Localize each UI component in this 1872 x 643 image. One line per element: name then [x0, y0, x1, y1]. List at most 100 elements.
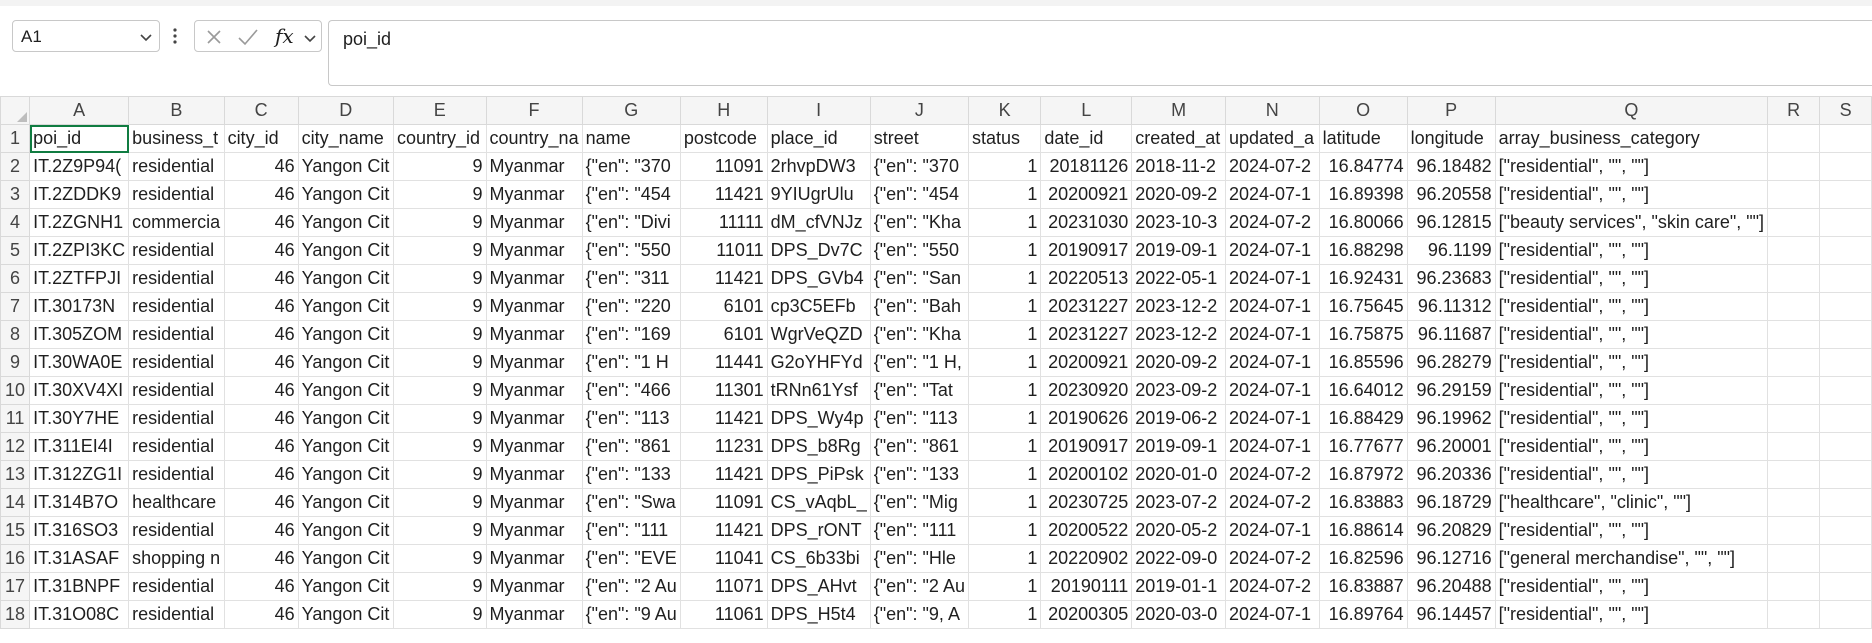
- column-header-m[interactable]: M: [1131, 96, 1226, 125]
- cell-k18[interactable]: 1: [967, 600, 1042, 629]
- cell-f3[interactable]: Myanmar: [485, 180, 583, 209]
- cell-n16[interactable]: 2024-07-2: [1224, 544, 1320, 573]
- cell-o7[interactable]: 16.75645: [1318, 292, 1408, 321]
- cell-j3[interactable]: {"en": "454: [869, 180, 969, 209]
- cell-g16[interactable]: {"en": "EVE: [581, 544, 681, 573]
- cell-e18[interactable]: 9: [392, 600, 487, 629]
- cell-l7[interactable]: 20231227: [1040, 292, 1133, 321]
- cell-o17[interactable]: 16.83887: [1318, 572, 1408, 601]
- cell-l2[interactable]: 20181126: [1040, 152, 1133, 181]
- cell-g11[interactable]: {"en": "113: [581, 404, 681, 433]
- cell-s10[interactable]: [1819, 376, 1872, 405]
- cell-a3[interactable]: IT.2ZDDK9: [29, 180, 130, 209]
- cell-c12[interactable]: 46: [223, 432, 299, 461]
- select-all-corner[interactable]: [0, 96, 31, 125]
- cell-s15[interactable]: [1819, 516, 1872, 545]
- cell-p2[interactable]: 96.18482: [1406, 152, 1496, 181]
- cell-q10[interactable]: ["residential", "", ""]: [1494, 376, 1769, 405]
- row-header[interactable]: 18: [0, 600, 31, 629]
- cell-b18[interactable]: residential: [128, 600, 225, 629]
- cell-q2[interactable]: ["residential", "", ""]: [1494, 152, 1769, 181]
- cell-c13[interactable]: 46: [223, 460, 299, 489]
- cell-j14[interactable]: {"en": "Mig: [869, 488, 969, 517]
- cell-r2[interactable]: [1767, 152, 1821, 181]
- cell-i10[interactable]: tRNn61Ysf: [766, 376, 871, 405]
- cell-b10[interactable]: residential: [128, 376, 225, 405]
- cell-o9[interactable]: 16.85596: [1318, 348, 1408, 377]
- cell-o14[interactable]: 16.83883: [1318, 488, 1408, 517]
- cell-r10[interactable]: [1767, 376, 1821, 405]
- cell-o11[interactable]: 16.88429: [1318, 404, 1408, 433]
- cell-h13[interactable]: 11421: [679, 460, 768, 489]
- cell-p12[interactable]: 96.20001: [1406, 432, 1496, 461]
- cell-h16[interactable]: 11041: [679, 544, 768, 573]
- cell-q16[interactable]: ["general merchandise", "", ""]: [1494, 544, 1769, 573]
- cell-h8[interactable]: 6101: [679, 320, 768, 349]
- cell-b6[interactable]: residential: [128, 264, 225, 293]
- cell-a12[interactable]: IT.311EI4I: [29, 432, 130, 461]
- cell-d13[interactable]: Yangon Cit: [297, 460, 394, 489]
- cell-h14[interactable]: 11091: [679, 488, 768, 517]
- cell-l11[interactable]: 20190626: [1040, 404, 1133, 433]
- cell-f16[interactable]: Myanmar: [485, 544, 583, 573]
- cell-c3[interactable]: 46: [223, 180, 299, 209]
- cell-c16[interactable]: 46: [223, 544, 299, 573]
- cell-e5[interactable]: 9: [392, 236, 487, 265]
- cell-j16[interactable]: {"en": "Hle: [869, 544, 969, 573]
- chevron-down-icon[interactable]: [139, 30, 153, 44]
- cell-d15[interactable]: Yangon Cit: [297, 516, 394, 545]
- cell-r5[interactable]: [1767, 236, 1821, 265]
- row-header[interactable]: 10: [0, 376, 31, 405]
- cell-i16[interactable]: CS_6b33bi: [766, 544, 871, 573]
- column-header-k[interactable]: K: [967, 96, 1042, 125]
- spreadsheet-grid[interactable]: ABCDEFGHIJKLMNOPQRS 1 poi_id business_t cit…: [0, 96, 1872, 629]
- cell-p17[interactable]: 96.20488: [1406, 572, 1496, 601]
- cell-b2[interactable]: residential: [128, 152, 225, 181]
- cell-n7[interactable]: 2024-07-1: [1224, 292, 1320, 321]
- cell-k17[interactable]: 1: [967, 572, 1042, 601]
- cell-a13[interactable]: IT.312ZG1I: [29, 460, 130, 489]
- cell-k13[interactable]: 1: [967, 460, 1042, 489]
- cell-i6[interactable]: DPS_GVb4: [766, 264, 871, 293]
- cell-e11[interactable]: 9: [392, 404, 487, 433]
- cell-i5[interactable]: DPS_Dv7C: [766, 236, 871, 265]
- cell-l3[interactable]: 20200921: [1040, 180, 1133, 209]
- cell-h7[interactable]: 6101: [679, 292, 768, 321]
- column-header-d[interactable]: D: [297, 96, 394, 125]
- cell-i4[interactable]: dM_cfVNJz: [766, 208, 871, 237]
- cell-p1[interactable]: longitude: [1406, 124, 1496, 153]
- insert-function-button[interactable]: fx: [275, 24, 294, 48]
- cell-o18[interactable]: 16.89764: [1318, 600, 1408, 629]
- cell-o4[interactable]: 16.80066: [1318, 208, 1408, 237]
- row-header[interactable]: 16: [0, 544, 31, 573]
- cell-h3[interactable]: 11421: [679, 180, 768, 209]
- cell-f4[interactable]: Myanmar: [485, 208, 583, 237]
- cell-m3[interactable]: 2020-09-2: [1131, 180, 1226, 209]
- cell-h6[interactable]: 11421: [679, 264, 768, 293]
- cell-j17[interactable]: {"en": "2 Au: [869, 572, 969, 601]
- cell-n5[interactable]: 2024-07-1: [1224, 236, 1320, 265]
- cell-h15[interactable]: 11421: [679, 516, 768, 545]
- cell-q5[interactable]: ["residential", "", ""]: [1494, 236, 1769, 265]
- cell-f12[interactable]: Myanmar: [485, 432, 583, 461]
- cell-s17[interactable]: [1819, 572, 1872, 601]
- more-options-icon[interactable]: [172, 26, 178, 46]
- cell-d18[interactable]: Yangon Cit: [297, 600, 394, 629]
- cell-o3[interactable]: 16.89398: [1318, 180, 1408, 209]
- cell-f1[interactable]: country_na: [485, 124, 583, 153]
- cell-o8[interactable]: 16.75875: [1318, 320, 1408, 349]
- cell-r12[interactable]: [1767, 432, 1821, 461]
- cell-b17[interactable]: residential: [128, 572, 225, 601]
- cell-a17[interactable]: IT.31BNPF: [29, 572, 130, 601]
- cell-b7[interactable]: residential: [128, 292, 225, 321]
- cell-n4[interactable]: 2024-07-2: [1224, 208, 1320, 237]
- cell-n14[interactable]: 2024-07-2: [1224, 488, 1320, 517]
- cell-p4[interactable]: 96.12815: [1406, 208, 1496, 237]
- cell-n10[interactable]: 2024-07-1: [1224, 376, 1320, 405]
- cell-j9[interactable]: {"en": "1 H,: [869, 348, 969, 377]
- cell-h9[interactable]: 11441: [679, 348, 768, 377]
- cell-n17[interactable]: 2024-07-2: [1224, 572, 1320, 601]
- formula-input[interactable]: poi_id: [328, 20, 1872, 86]
- cell-d7[interactable]: Yangon Cit: [297, 292, 394, 321]
- row-header[interactable]: 7: [0, 292, 31, 321]
